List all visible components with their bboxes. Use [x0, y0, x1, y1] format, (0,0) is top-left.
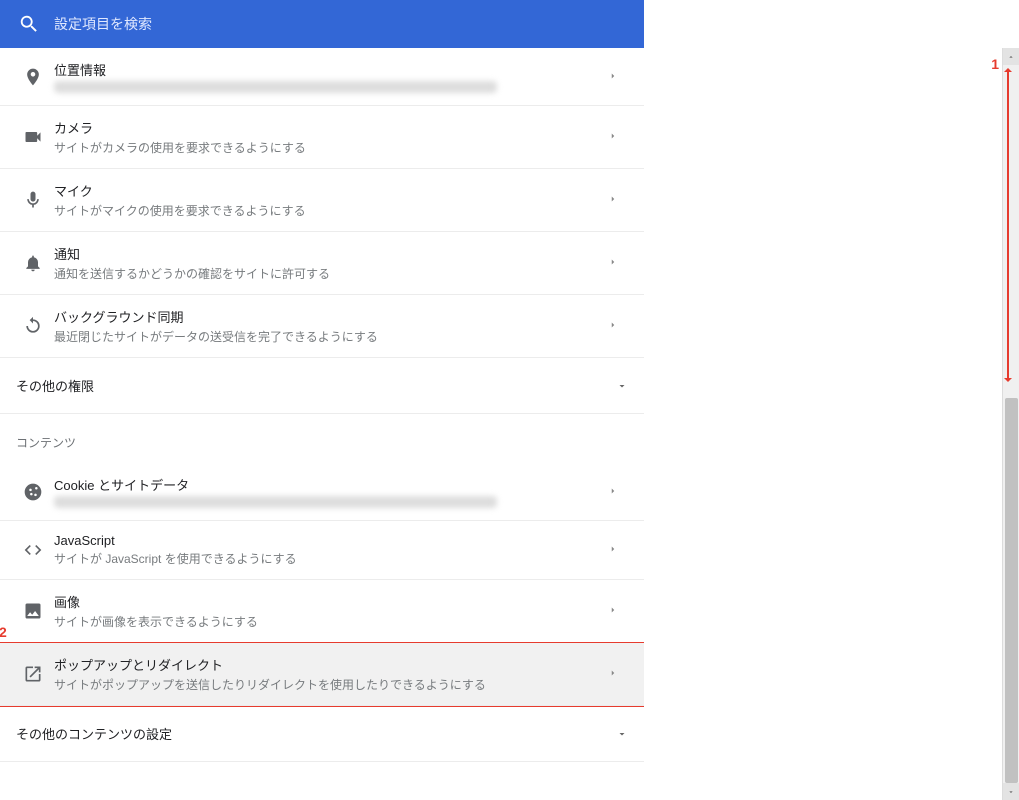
chevron-right-icon [608, 68, 628, 86]
annotation-1: 1 [991, 56, 999, 72]
settings-row-cookies[interactable]: Cookie とサイトデータ [0, 463, 644, 521]
scroll-up-button[interactable] [1003, 48, 1019, 65]
row-title: 位置情報 [54, 60, 608, 79]
chevron-down-icon [616, 380, 628, 392]
other-contents-label: その他のコンテンツの設定 [16, 724, 172, 743]
chevron-right-icon [608, 665, 628, 683]
bell-icon [16, 253, 50, 273]
contents-header: コンテンツ [0, 414, 644, 463]
mic-icon [16, 190, 50, 210]
chevron-right-icon [608, 317, 628, 335]
chevron-right-icon [608, 128, 628, 146]
scroll-down-button[interactable] [1003, 783, 1019, 800]
camera-icon [16, 127, 50, 147]
search-input[interactable] [54, 16, 626, 32]
chevron-right-icon [608, 602, 628, 620]
location-icon [16, 67, 50, 87]
row-body: Cookie とサイトデータ [50, 475, 608, 508]
expand-other-contents[interactable]: その他のコンテンツの設定 [0, 706, 644, 762]
row-desc: サイトがポップアップを送信したりリダイレクトを使用したりできるようにする [54, 676, 608, 693]
settings-row-js[interactable]: JavaScript サイトが JavaScript を使用できるようにする [0, 521, 644, 580]
cookie-icon [16, 482, 50, 502]
row-title: 通知 [54, 244, 608, 263]
search-icon [18, 13, 40, 35]
chevron-down-icon [616, 728, 628, 740]
annotation-arrow [1007, 70, 1009, 380]
popup-icon [16, 664, 50, 684]
row-desc [54, 81, 497, 93]
other-permissions-label: その他の権限 [16, 376, 94, 395]
settings-row-images[interactable]: 画像サイトが画像を表示できるようにする [0, 580, 644, 643]
row-desc: サイトがマイクの使用を要求できるようにする [54, 202, 608, 219]
settings-list: 位置情報カメラサイトがカメラの使用を要求できるようにするマイクサイトがマイクの使… [0, 48, 644, 800]
row-body: JavaScript サイトが JavaScript を使用できるようにする [50, 533, 608, 567]
row-title: マイク [54, 181, 608, 200]
row-title: 画像 [54, 592, 608, 611]
settings-row-notify[interactable]: 通知通知を送信するかどうかの確認をサイトに許可する [0, 232, 644, 295]
sync-icon [16, 316, 50, 336]
row-desc: 通知を送信するかどうかの確認をサイトに許可する [54, 265, 608, 282]
settings-row-bgsync[interactable]: バックグラウンド同期最近閉じたサイトがデータの送受信を完了できるようにする [0, 295, 644, 358]
image-icon [16, 601, 50, 621]
annotation-2: 2 [0, 624, 7, 640]
right-pane: 1 [644, 0, 1019, 800]
row-desc: 最近閉じたサイトがデータの送受信を完了できるようにする [54, 328, 608, 345]
settings-row-mic[interactable]: マイクサイトがマイクの使用を要求できるようにする [0, 169, 644, 232]
row-body: 位置情報 [50, 60, 608, 93]
row-title: Cookie とサイトデータ [54, 475, 608, 494]
row-title: カメラ [54, 118, 608, 137]
settings-row-camera[interactable]: カメラサイトがカメラの使用を要求できるようにする [0, 106, 644, 169]
chevron-right-icon [608, 483, 628, 501]
expand-other-permissions[interactable]: その他の権限 [0, 358, 644, 414]
code-icon [16, 540, 50, 560]
row-desc [54, 496, 497, 508]
row-body: バックグラウンド同期最近閉じたサイトがデータの送受信を完了できるようにする [50, 307, 608, 345]
row-body: マイクサイトがマイクの使用を要求できるようにする [50, 181, 608, 219]
row-title: バックグラウンド同期 [54, 307, 608, 326]
row-body: 画像サイトが画像を表示できるようにする [50, 592, 608, 630]
row-body: ポップアップとリダイレクトサイトがポップアップを送信したりリダイレクトを使用した… [50, 655, 608, 693]
row-desc: サイトが画像を表示できるようにする [54, 613, 608, 630]
row-title: JavaScript [54, 533, 608, 548]
settings-row-popups[interactable]: ポップアップとリダイレクトサイトがポップアップを送信したりリダイレクトを使用した… [0, 643, 644, 706]
chevron-right-icon [608, 541, 628, 559]
settings-row-location[interactable]: 位置情報 [0, 48, 644, 106]
chevron-right-icon [608, 191, 628, 209]
row-desc: サイトがカメラの使用を要求できるようにする [54, 139, 608, 156]
scrollbar[interactable] [1002, 48, 1019, 800]
scrollbar-thumb[interactable] [1005, 398, 1018, 783]
row-title: ポップアップとリダイレクト [54, 655, 608, 674]
row-body: カメラサイトがカメラの使用を要求できるようにする [50, 118, 608, 156]
row-desc: サイトが JavaScript を使用できるようにする [54, 550, 608, 567]
row-body: 通知通知を送信するかどうかの確認をサイトに許可する [50, 244, 608, 282]
search-bar[interactable] [0, 0, 644, 48]
chevron-right-icon [608, 254, 628, 272]
